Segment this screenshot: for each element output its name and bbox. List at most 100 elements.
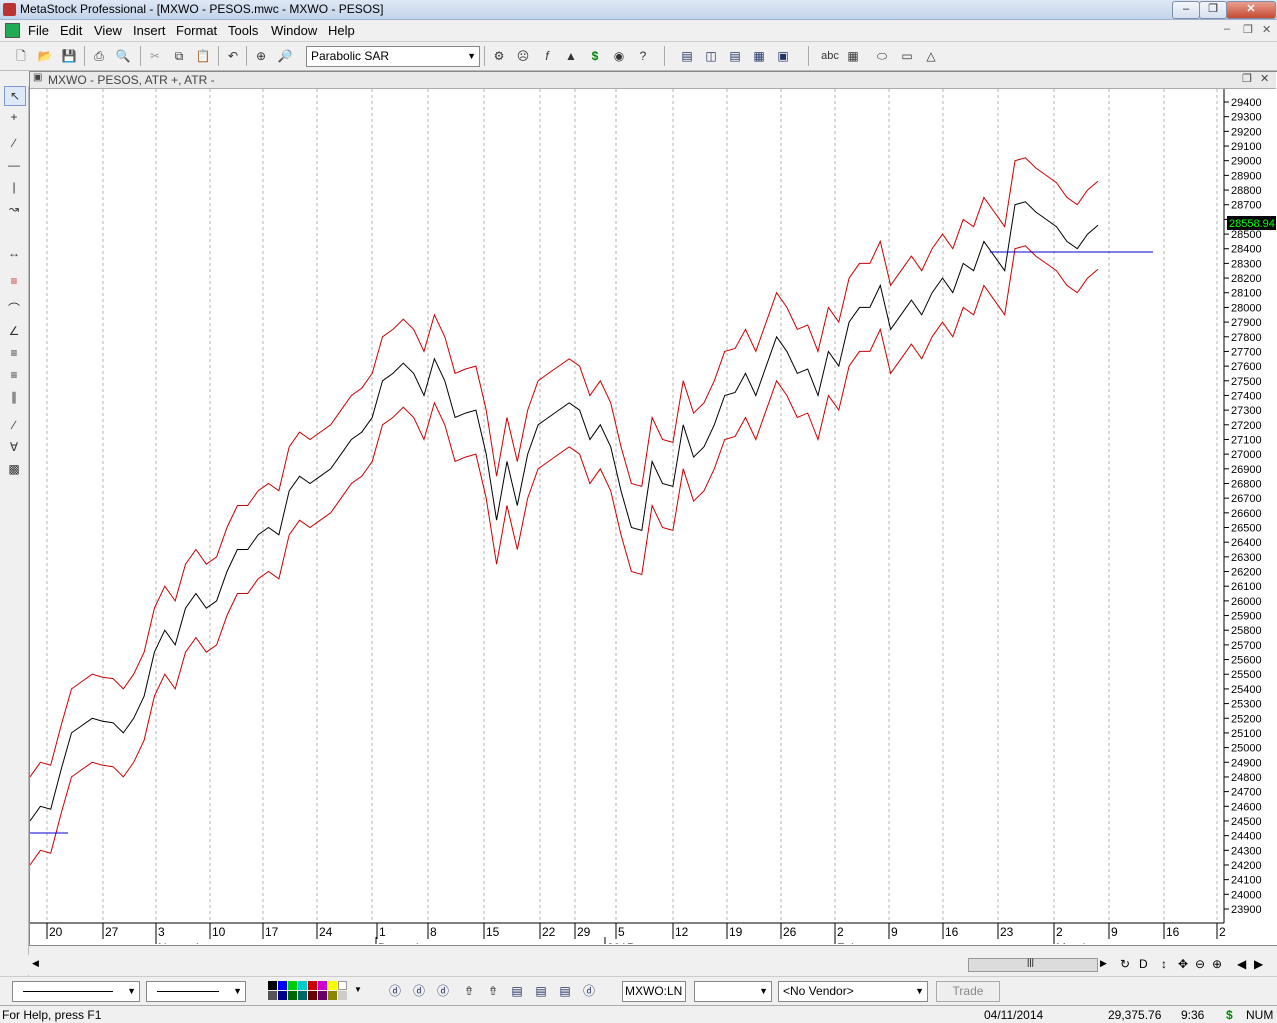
ie-icon[interactable]: ⓓ (386, 982, 404, 1000)
d-icon[interactable]: D (1139, 957, 1148, 971)
copy-icon[interactable]: ⧉ (170, 47, 188, 65)
symbol-field[interactable]: MXWO:LN (622, 981, 686, 1002)
indicator-select[interactable]: Parabolic SAR ▼ (306, 46, 480, 67)
ellipse-icon[interactable]: ⬭ (873, 47, 891, 65)
arc-icon[interactable]: ⌒ (4, 300, 24, 318)
menu-help[interactable]: Help (328, 23, 355, 38)
retracement-icon[interactable]: ≡ (4, 366, 24, 384)
formula-icon[interactable]: f (538, 47, 556, 65)
rectangle-icon[interactable]: ▭ (898, 47, 916, 65)
y-tick-label: 24200 (1231, 860, 1262, 872)
x-tick-label: 5 (618, 925, 625, 939)
expert-advisor-icon[interactable]: ⚙ (490, 47, 508, 65)
tile-horizontal-icon[interactable]: ▤ (726, 47, 744, 65)
tile-grid-icon[interactable]: ▦ (750, 47, 768, 65)
open-icon[interactable]: 📂 (36, 47, 54, 65)
text-tool-icon[interactable]: abc (818, 47, 842, 65)
undo-icon[interactable]: ↶ (224, 47, 242, 65)
close-button[interactable]: ✕ (1226, 1, 1276, 19)
menu-view[interactable]: View (94, 23, 122, 38)
mdi-close-button[interactable]: ✕ (1262, 23, 1271, 36)
andrews-pitchfork-icon[interactable]: ∀ (4, 438, 24, 456)
binoculars-icon[interactable]: ◉ (610, 47, 628, 65)
ie-icon-2[interactable]: ⓓ (410, 982, 428, 1000)
color-tool-icon[interactable]: ≡ (4, 272, 24, 290)
scroll-end-icon[interactable]: ▶ (1254, 957, 1263, 971)
cut-icon[interactable]: ✂ (146, 47, 164, 65)
crosshair-tool-icon[interactable]: + (4, 108, 24, 126)
y-tick-label: 28500 (1231, 229, 1262, 241)
zoom-icon[interactable]: 🔎 (276, 47, 294, 65)
new-icon[interactable]: 🗋 (12, 47, 30, 65)
chart-restore-button[interactable]: ❐ (1242, 72, 1252, 85)
arrange-icon[interactable]: ▣ (774, 47, 792, 65)
crosshair-icon[interactable]: ⊕ (252, 47, 270, 65)
grid-icon[interactable]: ▦ (844, 47, 862, 65)
fibonacci-icon[interactable]: ≡ (4, 344, 24, 362)
scroll-begin-icon[interactable]: ◀ (1237, 957, 1246, 971)
triangle-icon[interactable]: △ (922, 47, 940, 65)
paste-icon[interactable]: 📋 (194, 47, 212, 65)
chart-window-icon: ▣ (33, 72, 43, 83)
scroll-icon[interactable]: ↔ (4, 244, 24, 262)
trendline-icon[interactable]: ∕ (4, 134, 24, 152)
y-tick-label: 24700 (1231, 787, 1262, 799)
scroll-left-icon[interactable]: ◀ (32, 958, 39, 969)
cascade-icon[interactable]: ▤ (678, 47, 696, 65)
save-icon[interactable]: 💾 (60, 47, 78, 65)
y-tick-label: 28100 (1231, 288, 1262, 300)
chart-close-button[interactable]: ✕ (1260, 72, 1269, 85)
y-tick-label: 25700 (1231, 640, 1262, 652)
mdi-minimize-button[interactable]: – (1224, 23, 1230, 35)
gann-grid-icon[interactable]: ▩ (4, 460, 24, 478)
tile-vertical-icon[interactable]: ◫ (702, 47, 720, 65)
ie-icon-3[interactable]: ⓓ (434, 982, 452, 1000)
vendor-select[interactable]: <No Vendor> ▼ (778, 981, 928, 1002)
ie-icon-4[interactable]: ⓓ (580, 982, 598, 1000)
menu-window[interactable]: Window (271, 23, 317, 38)
line-weight-select[interactable]: ▼ (146, 981, 246, 1002)
layout-icon-2[interactable]: ▤ (532, 982, 550, 1000)
chart-down-icon[interactable]: ⇮ (484, 982, 502, 1000)
trade-button[interactable]: Trade (936, 981, 1000, 1002)
layout-icon-3[interactable]: ▤ (556, 982, 574, 1000)
menu-tools[interactable]: Tools (228, 23, 258, 38)
x-tick-label: 8 (430, 925, 437, 939)
pointer-icon[interactable]: ↖ (4, 86, 26, 106)
restore-button[interactable]: ❐ (1199, 1, 1227, 19)
dollar-icon[interactable]: $ (586, 47, 604, 65)
period-select[interactable]: ▼ (694, 981, 772, 1002)
help-pointer-icon[interactable]: ? (634, 47, 652, 65)
fan-icon[interactable]: ∠ (4, 322, 24, 340)
menu-insert[interactable]: Insert (133, 23, 166, 38)
color-palette[interactable]: ▼ (268, 981, 362, 1001)
vertical-arrows-icon[interactable]: ↕ (1161, 957, 1167, 971)
speedline-icon[interactable]: ↝ (4, 200, 24, 218)
menu-format[interactable]: Format (176, 23, 217, 38)
menu-file[interactable]: File (28, 23, 49, 38)
mdi-restore-button[interactable]: ❐ (1243, 23, 1253, 36)
move-icon[interactable]: ✥ (1178, 957, 1188, 971)
raff-channel-icon[interactable]: ∕ (4, 416, 24, 434)
system-tester-icon[interactable]: ▲ (562, 47, 580, 65)
scroll-right-icon[interactable]: ▶ (1100, 958, 1107, 969)
explorer-icon[interactable]: ☹ (514, 47, 532, 65)
menu-edit[interactable]: Edit (60, 23, 82, 38)
scroll-thumb[interactable]: ||| (968, 957, 1098, 972)
horizontal-line-icon[interactable]: — (4, 156, 24, 174)
refresh-icon[interactable]: ↻ (1120, 957, 1130, 971)
zoom-out-icon[interactable]: ⊖ (1195, 957, 1205, 971)
status-time: 9:36 (1181, 1008, 1205, 1022)
price-chart[interactable]: 29400 29300 29200 29100 29000 28900 28800 28700… (30, 89, 1276, 944)
vertical-line-icon[interactable]: | (4, 178, 24, 196)
document-icon[interactable] (5, 23, 20, 38)
print-icon[interactable]: ⎙ (90, 47, 108, 65)
y-tick-label: 27400 (1231, 390, 1262, 402)
chart-up-icon[interactable]: ⇮ (460, 982, 478, 1000)
minimize-button[interactable]: – (1172, 1, 1200, 19)
cycle-lines-icon[interactable]: ∥ (4, 388, 24, 406)
zoom-in-icon[interactable]: ⊕ (1212, 957, 1222, 971)
print-preview-icon[interactable]: 🔍 (114, 47, 132, 65)
line-style-select[interactable]: ▼ (12, 981, 140, 1002)
layout-icon[interactable]: ▤ (508, 982, 526, 1000)
